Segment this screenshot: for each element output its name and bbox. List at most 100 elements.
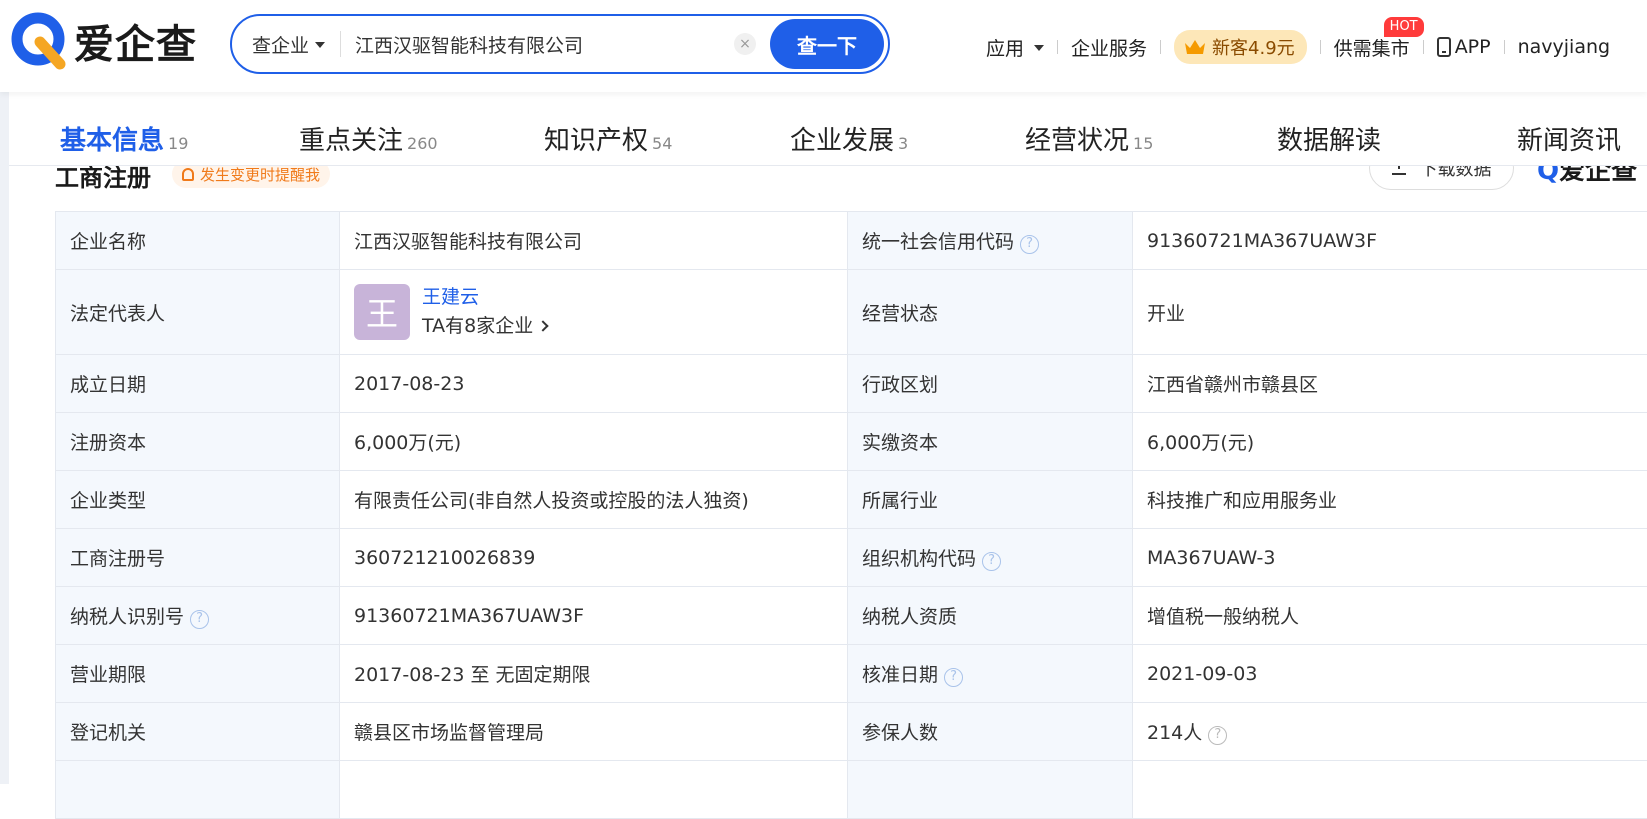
credit-code-label-cell: 统一社会信用代码? bbox=[848, 212, 1133, 270]
nav-divider bbox=[1320, 40, 1321, 54]
nav-app[interactable]: APP bbox=[1437, 36, 1491, 58]
nav-apps[interactable]: 应用 bbox=[986, 34, 1044, 61]
reg-capital-value: 6,000万(元) bbox=[340, 413, 848, 471]
taxpayer-id-label: 纳税人识别号 bbox=[70, 606, 184, 628]
help-icon[interactable]: ? bbox=[190, 610, 209, 629]
region-value: 江西省赣州市赣县区 bbox=[1133, 355, 1647, 413]
approval-label-cell: 核准日期? bbox=[848, 645, 1133, 703]
tab-label: 重点关注 bbox=[299, 126, 403, 156]
logo-q-icon bbox=[10, 12, 68, 70]
credit-code-label: 统一社会信用代码 bbox=[862, 231, 1014, 253]
nav-app-label: APP bbox=[1455, 36, 1491, 58]
table-row: 企业名称 江西汉驱智能科技有限公司 统一社会信用代码? 91360721MA36… bbox=[56, 212, 1647, 270]
legal-rep-label: 法定代表人 bbox=[56, 270, 340, 355]
company-name-label: 企业名称 bbox=[56, 212, 340, 270]
tab-operations[interactable]: 经营状况15 bbox=[1025, 120, 1153, 157]
help-icon[interactable]: ? bbox=[944, 668, 963, 687]
authority-value: 赣县区市场监督管理局 bbox=[340, 703, 848, 761]
type-label: 企业类型 bbox=[56, 471, 340, 529]
nav-enterprise-service[interactable]: 企业服务 bbox=[1071, 34, 1147, 61]
nav-username[interactable]: navyjiang bbox=[1518, 36, 1610, 58]
empty-value bbox=[1133, 761, 1647, 819]
legal-rep-companies-label: TA有8家企业 bbox=[422, 311, 533, 341]
nav-divider bbox=[1057, 40, 1058, 54]
paid-capital-value: 6,000万(元) bbox=[1133, 413, 1647, 471]
nav-apps-label: 应用 bbox=[986, 34, 1024, 61]
paid-capital-label: 实缴资本 bbox=[848, 413, 1133, 471]
org-code-value: MA367UAW-3 bbox=[1133, 529, 1647, 587]
legal-rep-name-link[interactable]: 王建云 bbox=[422, 283, 547, 311]
industry-value: 科技推广和应用服务业 bbox=[1133, 471, 1647, 529]
search-input[interactable] bbox=[341, 33, 734, 55]
chevron-right-icon bbox=[538, 320, 549, 331]
avatar[interactable]: 王 bbox=[354, 284, 410, 340]
top-header: 爱企查 查企业 × 查一下 应用 企业服务 新客4.9元 供需集市 HOT bbox=[0, 0, 1647, 92]
tab-label: 经营状况 bbox=[1025, 126, 1129, 156]
table-row bbox=[56, 761, 1647, 819]
authority-label: 登记机关 bbox=[56, 703, 340, 761]
table-row: 纳税人识别号? 91360721MA367UAW3F 纳税人资质 增值税一般纳税… bbox=[56, 587, 1647, 645]
insured-label: 参保人数 bbox=[848, 703, 1133, 761]
nav-promo-badge[interactable]: 新客4.9元 bbox=[1174, 30, 1307, 64]
change-alert-label: 发生变更时提醒我 bbox=[200, 164, 320, 185]
search-type-dropdown[interactable]: 查企业 bbox=[232, 31, 340, 58]
status-label: 经营状态 bbox=[848, 270, 1133, 355]
tab-basic-info[interactable]: 基本信息19 bbox=[60, 120, 188, 157]
help-icon[interactable]: ? bbox=[1208, 726, 1227, 745]
founded-value: 2017-08-23 bbox=[340, 355, 848, 413]
clear-icon[interactable]: × bbox=[734, 33, 756, 55]
help-icon[interactable]: ? bbox=[982, 552, 1001, 571]
table-row: 成立日期 2017-08-23 行政区划 江西省赣州市赣县区 bbox=[56, 355, 1647, 413]
phone-icon bbox=[1437, 37, 1451, 57]
nav-supply[interactable]: 供需集市 HOT bbox=[1334, 34, 1410, 61]
tab-label: 基本信息 bbox=[60, 126, 164, 156]
insured-value-cell: 214人? bbox=[1133, 703, 1647, 761]
approval-label: 核准日期 bbox=[862, 664, 938, 686]
tab-count: 54 bbox=[652, 134, 672, 153]
credit-code-value: 91360721MA367UAW3F bbox=[1133, 212, 1647, 270]
term-value: 2017-08-23 至 无固定期限 bbox=[340, 645, 848, 703]
reg-capital-label: 注册资本 bbox=[56, 413, 340, 471]
table-row: 注册资本 6,000万(元) 实缴资本 6,000万(元) bbox=[56, 413, 1647, 471]
logo-text: 爱企查 bbox=[74, 12, 197, 70]
crown-icon bbox=[1184, 38, 1206, 56]
search-type-label: 查企业 bbox=[252, 31, 309, 58]
tab-key-focus[interactable]: 重点关注260 bbox=[299, 120, 438, 157]
industry-label: 所属行业 bbox=[848, 471, 1133, 529]
search-button[interactable]: 查一下 bbox=[770, 19, 884, 69]
top-nav: 应用 企业服务 新客4.9元 供需集市 HOT APP navyjiang bbox=[986, 30, 1610, 64]
nav-divider bbox=[1160, 40, 1161, 54]
help-icon[interactable]: ? bbox=[1020, 235, 1039, 254]
table-row: 企业类型 有限责任公司(非自然人投资或控股的法人独资) 所属行业 科技推广和应用… bbox=[56, 471, 1647, 529]
nav-promo-label: 新客4.9元 bbox=[1212, 34, 1295, 60]
status-value: 开业 bbox=[1133, 270, 1647, 355]
founded-label: 成立日期 bbox=[56, 355, 340, 413]
hot-badge: HOT bbox=[1384, 17, 1424, 37]
nav-divider bbox=[1423, 40, 1424, 54]
empty-label bbox=[848, 761, 1133, 819]
tab-data-insight[interactable]: 数据解读 bbox=[1277, 120, 1381, 157]
tab-bar: 基本信息19 重点关注260 知识产权54 企业发展3 经营状况15 数据解读 … bbox=[9, 92, 1647, 166]
tab-ip[interactable]: 知识产权54 bbox=[544, 120, 672, 157]
search-box: 查企业 × 查一下 bbox=[230, 14, 890, 74]
tab-label: 数据解读 bbox=[1277, 126, 1381, 156]
taxpayer-id-label-cell: 纳税人识别号? bbox=[56, 587, 340, 645]
type-value: 有限责任公司(非自然人投资或控股的法人独资) bbox=[340, 471, 848, 529]
tab-label: 企业发展 bbox=[790, 126, 894, 156]
tab-count: 19 bbox=[168, 134, 188, 153]
legal-rep-cell: 王 王建云 TA有8家企业 bbox=[340, 270, 848, 355]
legal-rep-companies-link[interactable]: TA有8家企业 bbox=[422, 311, 547, 341]
empty-label bbox=[56, 761, 340, 819]
business-registration-table: 企业名称 江西汉驱智能科技有限公司 统一社会信用代码? 91360721MA36… bbox=[55, 211, 1647, 819]
table-row: 登记机关 赣县区市场监督管理局 参保人数 214人? bbox=[56, 703, 1647, 761]
tab-development[interactable]: 企业发展3 bbox=[790, 120, 908, 157]
term-label: 营业期限 bbox=[56, 645, 340, 703]
tab-count: 3 bbox=[898, 134, 908, 153]
taxpayer-id-value: 91360721MA367UAW3F bbox=[340, 587, 848, 645]
nav-divider bbox=[1504, 40, 1505, 54]
taxpayer-qual-label: 纳税人资质 bbox=[848, 587, 1133, 645]
tab-label: 新闻资讯 bbox=[1517, 126, 1621, 156]
site-logo[interactable]: 爱企查 bbox=[10, 12, 197, 70]
tab-news[interactable]: 新闻资讯 bbox=[1517, 120, 1621, 157]
region-label: 行政区划 bbox=[848, 355, 1133, 413]
